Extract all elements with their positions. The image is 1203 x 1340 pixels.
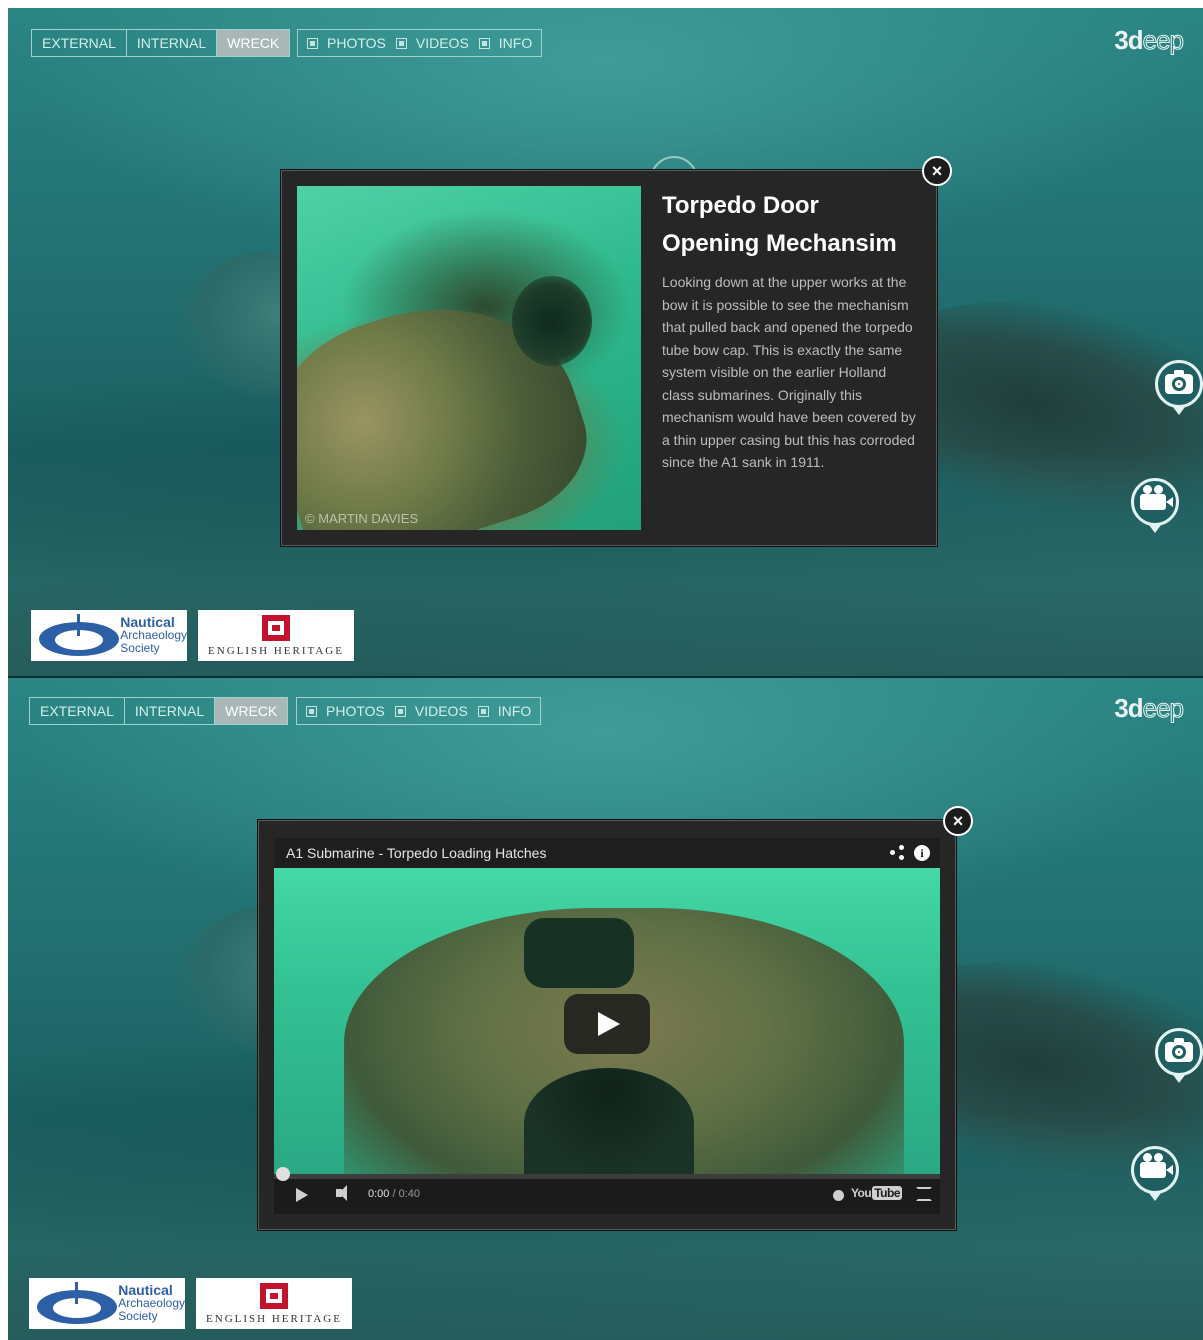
brand-logo-part2: eep: [1142, 25, 1184, 56]
toggle-videos-label: VIDEOS: [414, 703, 468, 719]
video-title[interactable]: A1 Submarine - Torpedo Loading Hatches: [286, 845, 546, 861]
brand-logo[interactable]: 3deep: [1114, 25, 1184, 56]
checkbox-icon: [395, 37, 407, 49]
info-photo: © MARTIN DAVIES: [297, 186, 641, 530]
nautical-archaeology-society-logo[interactable]: Nautical Archaeology Society: [29, 1278, 185, 1329]
brand-logo-part1: 3d: [1114, 25, 1143, 55]
photo-opening: [512, 276, 592, 366]
video-info-icon[interactable]: i: [914, 845, 930, 861]
english-heritage-emblem-icon: [260, 1283, 288, 1309]
english-heritage-emblem-icon: [262, 615, 290, 641]
close-info-button[interactable]: ×: [922, 156, 952, 186]
wreck-view-info: EXTERNAL INTERNAL WRECK PHOTOS VIDEOS IN…: [8, 8, 1203, 676]
layer-toggles: PHOTOS VIDEOS INFO: [297, 29, 543, 57]
video-hatch-upper: [524, 918, 634, 988]
info-title-line1: Torpedo Door: [662, 192, 819, 219]
view-internal-button[interactable]: INTERNAL: [125, 698, 216, 724]
fullscreen-icon[interactable]: [916, 1187, 932, 1201]
video-popup: A1 Submarine - Torpedo Loading Hatches i…: [258, 820, 956, 1230]
time-current: 0:00: [368, 1188, 390, 1200]
english-heritage-logo[interactable]: ENGLISH HERITAGE: [198, 610, 354, 661]
scrubber-handle[interactable]: [276, 1167, 290, 1181]
youtube-logo-you: You: [850, 1186, 872, 1200]
checkbox-icon: [478, 37, 490, 49]
nas-line3: Society: [118, 1309, 158, 1323]
video-hatch-lower: [524, 1068, 694, 1178]
progress-bar[interactable]: [274, 1167, 940, 1181]
volume-icon[interactable]: [336, 1185, 347, 1201]
toggle-info[interactable]: INFO: [478, 35, 533, 51]
toggle-photos[interactable]: PHOTOS: [307, 35, 386, 51]
close-video-button[interactable]: ×: [943, 806, 973, 836]
toggle-videos-label: VIDEOS: [415, 35, 469, 51]
brand-logo-part2: eep: [1142, 693, 1184, 724]
info-title: Torpedo Door Opening Mechansim: [662, 187, 922, 263]
video-hotspot-button[interactable]: [1131, 478, 1179, 533]
photo-hotspot-button[interactable]: [1155, 1028, 1203, 1083]
toggle-info[interactable]: INFO: [477, 703, 532, 719]
share-icon[interactable]: [890, 845, 904, 860]
video-frame-image[interactable]: [274, 868, 940, 1208]
nas-line3: Society: [120, 641, 160, 655]
checkbox-icon: [394, 705, 406, 717]
english-heritage-text: ENGLISH HERITAGE: [208, 645, 344, 657]
view-external-button[interactable]: EXTERNAL: [30, 698, 125, 724]
play-button-large[interactable]: [564, 994, 650, 1054]
info-popup: © MARTIN DAVIES Torpedo Door Opening Mec…: [281, 170, 937, 546]
nas-logo-text: Nautical Archaeology Society: [118, 1283, 185, 1323]
view-external-button[interactable]: EXTERNAL: [32, 30, 127, 56]
view-switcher: EXTERNAL INTERNAL WRECK: [31, 29, 291, 57]
toggle-info-label: INFO: [498, 35, 533, 51]
checkbox-icon: [306, 705, 317, 717]
video-camera-icon: [1140, 485, 1173, 510]
nautical-archaeology-society-logo[interactable]: Nautical Archaeology Society: [31, 610, 187, 661]
toggle-photos-label: PHOTOS: [326, 703, 385, 719]
ship-emblem-icon: [33, 613, 120, 658]
camera-icon: [1165, 1038, 1193, 1062]
checkbox-icon: [307, 37, 318, 49]
youtube-logo[interactable]: You Tube: [851, 1186, 902, 1200]
brand-logo[interactable]: 3deep: [1114, 693, 1184, 724]
english-heritage-logo[interactable]: ENGLISH HERITAGE: [196, 1278, 352, 1329]
ship-emblem-icon: [31, 1281, 118, 1326]
toggle-photos-label: PHOTOS: [327, 35, 386, 51]
wreck-view-video: EXTERNAL INTERNAL WRECK PHOTOS VIDEOS IN…: [8, 676, 1203, 1340]
time-duration: / 0:40: [392, 1188, 421, 1200]
view-switcher: EXTERNAL INTERNAL WRECK: [29, 697, 289, 725]
toggle-photos[interactable]: PHOTOS: [306, 703, 385, 719]
english-heritage-text: ENGLISH HERITAGE: [206, 1313, 342, 1325]
play-icon[interactable]: [296, 1188, 308, 1202]
info-description: Looking down at the upper works at the b…: [662, 274, 916, 470]
toggle-info-label: INFO: [497, 703, 532, 719]
info-title-line2: Opening Mechansim: [662, 230, 897, 257]
youtube-player[interactable]: A1 Submarine - Torpedo Loading Hatches i…: [274, 838, 940, 1214]
toggle-videos[interactable]: VIDEOS: [394, 703, 468, 719]
video-title-bar: A1 Submarine - Torpedo Loading Hatches i: [274, 838, 940, 868]
video-controls: 0:00 / 0:40 You Tube: [274, 1167, 940, 1214]
checkbox-icon: [477, 705, 489, 717]
view-wreck-button[interactable]: WRECK: [217, 30, 290, 56]
view-internal-button[interactable]: INTERNAL: [127, 30, 218, 56]
view-wreck-button[interactable]: WRECK: [215, 698, 288, 724]
watch-later-icon[interactable]: [833, 1190, 844, 1201]
layer-toggles: PHOTOS VIDEOS INFO: [296, 697, 542, 725]
video-time: 0:00 / 0:40: [368, 1188, 420, 1200]
photo-hotspot-button[interactable]: [1155, 360, 1203, 415]
photo-credit: © MARTIN DAVIES: [305, 511, 419, 526]
brand-logo-part1: 3d: [1114, 693, 1143, 723]
camera-icon: [1165, 370, 1193, 394]
video-camera-icon: [1140, 1153, 1173, 1178]
nas-logo-text: Nautical Archaeology Society: [120, 615, 187, 655]
toggle-videos[interactable]: VIDEOS: [395, 35, 469, 51]
video-hotspot-button[interactable]: [1131, 1146, 1179, 1201]
youtube-logo-tube: Tube: [872, 1186, 902, 1200]
